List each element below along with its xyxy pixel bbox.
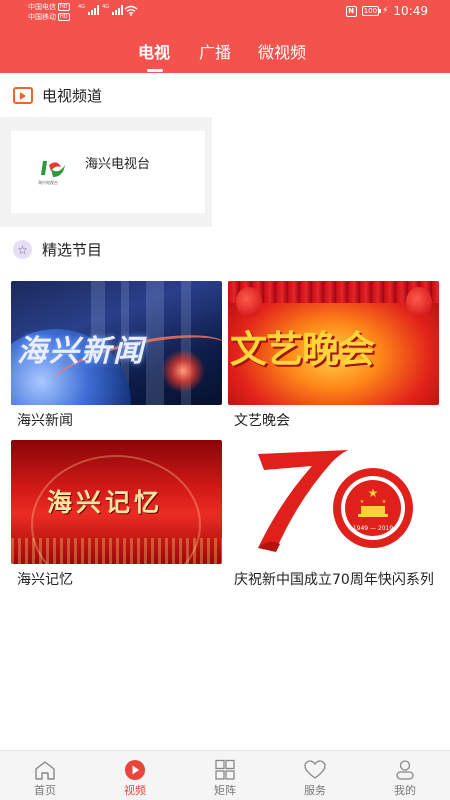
charging-icon: ⚡ [382, 6, 389, 16]
clock: 10:49 [393, 4, 428, 18]
carrier-1: 中国电信 [28, 3, 56, 11]
network-type-badge-2: 4G [102, 4, 110, 10]
nfc-icon: N [345, 5, 357, 17]
active-tab-indicator [147, 69, 163, 72]
home-icon [35, 761, 55, 780]
lantern-icon [236, 287, 262, 317]
network-type-badge: 4G [78, 4, 86, 10]
signal-strength-icon-2 [112, 5, 124, 15]
featured-header: ☆ 精选节目 [12, 239, 102, 260]
program-thumbnail: 海兴记忆 [11, 440, 222, 564]
nav-matrix[interactable]: 矩阵 [180, 751, 270, 800]
svg-text:★: ★ [368, 486, 379, 500]
video-play-icon [125, 760, 145, 780]
thumbnail-title: 文艺晚会 [230, 328, 375, 371]
heart-icon [304, 760, 326, 779]
program-title: 海兴新闻 [17, 413, 73, 429]
hd-badge: HD [58, 3, 70, 11]
status-bar: 中国电信 HD 中国移动 HD 4G 4G N 100 ⚡ 10:49 [0, 0, 450, 26]
program-card-gala[interactable]: 文艺晚会 文艺晚会 [228, 281, 439, 431]
carrier-info: 中国电信 HD 中国移动 HD [28, 2, 70, 22]
haixing-tv-logo: 海兴电视台 [38, 161, 65, 185]
channel-name: 海兴电视台 [85, 157, 151, 172]
channel-card[interactable]: 海兴电视台 海兴电视台 [11, 131, 205, 213]
nav-service-label: 服务 [304, 784, 326, 797]
nav-home[interactable]: 首页 [0, 751, 90, 800]
nav-home-label: 首页 [34, 784, 56, 797]
tv-channels-header: 电视频道 [12, 85, 102, 106]
nav-video[interactable]: 视频 [90, 751, 180, 800]
carrier-2: 中国移动 [28, 13, 56, 21]
app-screen: 中国电信 HD 中国移动 HD 4G 4G N 100 ⚡ 10:49 电视 广… [0, 0, 450, 800]
program-thumbnail: 文艺晚会 [228, 281, 439, 405]
program-title: 庆祝新中国成立70周年快闪系列 [234, 572, 434, 588]
tab-tv[interactable]: 电视 [138, 39, 170, 63]
nav-matrix-label: 矩阵 [214, 784, 236, 797]
thumbnail-title: 海兴记忆 [47, 488, 164, 517]
top-tab-bar: 电视 广播 微视频 [0, 36, 450, 73]
logo-caption: 海兴电视台 [38, 179, 58, 185]
wifi-icon [124, 5, 138, 16]
tab-radio[interactable]: 广播 [199, 39, 231, 63]
nav-video-label: 视频 [124, 784, 146, 797]
tv-play-icon [12, 85, 33, 106]
thumbnail-years: 1949 — 2019 [353, 525, 394, 532]
anniversary-70-logo: ★ ★ ★ 1949 — 2019 [258, 450, 413, 552]
status-right: N 100 ⚡ 10:49 [345, 4, 428, 18]
user-icon [396, 760, 414, 780]
tab-micro-video[interactable]: 微视频 [258, 39, 306, 63]
channel-list: 海兴电视台 海兴电视台 [0, 117, 212, 227]
grid-icon [215, 759, 235, 780]
program-thumbnail: ★ ★ ★ 1949 — 2019 [228, 440, 439, 564]
program-card-memory[interactable]: 海兴记忆 海兴记忆 [11, 440, 222, 590]
tv-channels-title: 电视频道 [42, 87, 103, 105]
thumbnail-title: 海兴新闻 [17, 334, 145, 369]
svg-text:★: ★ [382, 499, 387, 505]
program-thumbnail: 海兴新闻 [11, 281, 222, 405]
app-header: 中国电信 HD 中国移动 HD 4G 4G N 100 ⚡ 10:49 电视 广… [0, 0, 450, 73]
signal-icons: 4G 4G [78, 4, 124, 15]
battery-level: 100 [361, 6, 380, 16]
hd-badge-2: HD [58, 13, 70, 21]
program-title: 文艺晚会 [234, 413, 290, 429]
star-icon: ☆ [12, 239, 33, 260]
nav-mine[interactable]: 我的 [360, 751, 450, 800]
nav-mine-label: 我的 [394, 784, 416, 797]
bottom-nav: 首页 视频 矩阵 服务 我的 [0, 750, 450, 800]
svg-text:★: ★ [360, 499, 365, 505]
program-card-anniversary[interactable]: ★ ★ ★ 1949 — 2019 庆祝新中国成立70周年快闪系列 [228, 440, 439, 590]
signal-strength-icon [88, 5, 100, 15]
lantern-icon [406, 287, 432, 317]
program-title: 海兴记忆 [17, 572, 73, 588]
battery-icon: 100 ⚡ [361, 6, 389, 16]
nav-service[interactable]: 服务 [270, 751, 360, 800]
featured-title: 精选节目 [42, 241, 103, 259]
program-card-news[interactable]: 海兴新闻 海兴新闻 [11, 281, 222, 431]
